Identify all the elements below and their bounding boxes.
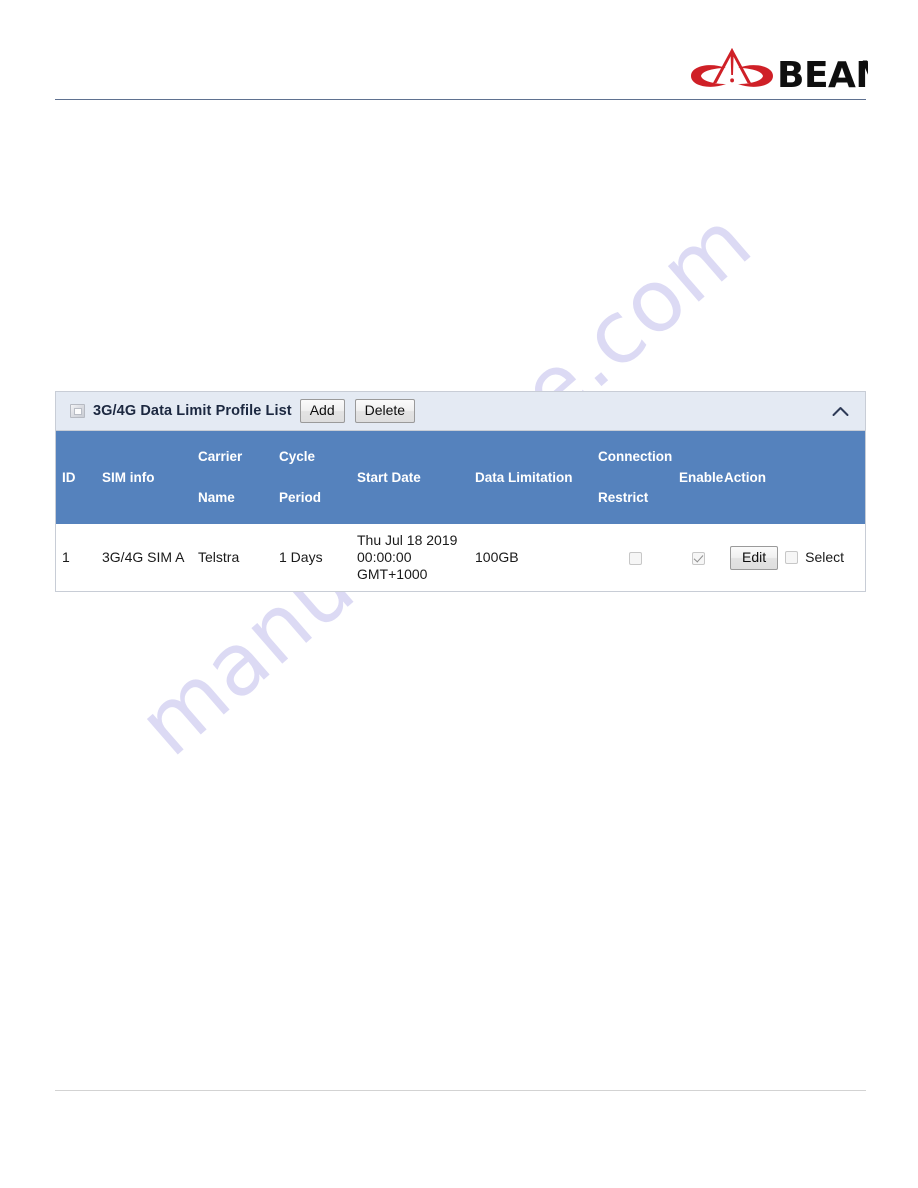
- chevron-up-icon[interactable]: [827, 398, 853, 424]
- document-page: manualshive.com BEAM ®: [0, 0, 918, 1188]
- column-label-id: ID: [62, 469, 76, 485]
- cell-carrier-name: Telstra: [192, 524, 273, 591]
- column-label-sim-info: SIM info: [102, 469, 155, 485]
- cell-connection-restrict: [592, 524, 673, 591]
- action-controls: Edit Select: [724, 545, 865, 570]
- select-label: Select: [805, 549, 845, 565]
- start-date-line-1: Thu Jul 18 2019: [357, 532, 458, 548]
- profile-table: ID SIM info Carrier Name Cycle Period St…: [56, 431, 865, 591]
- edit-button[interactable]: Edit: [730, 545, 779, 570]
- footer-divider: [55, 1090, 866, 1091]
- data-limit-profile-panel: 3G/4G Data Limit Profile List Add Delete…: [55, 391, 866, 592]
- cell-cycle-period: 1 Days: [273, 524, 351, 591]
- minimize-box-icon: [70, 404, 85, 418]
- table-header: ID SIM info Carrier Name Cycle Period St…: [56, 431, 865, 524]
- start-date-line-2: 00:00:00: [357, 549, 412, 565]
- table-body: 1 3G/4G SIM A Telstra 1 Days Thu Jul 18 …: [56, 524, 865, 591]
- panel-title: 3G/4G Data Limit Profile List: [93, 403, 292, 419]
- column-label-restrict: Restrict: [598, 490, 649, 505]
- chevron-up-glyph: [832, 406, 848, 416]
- add-button[interactable]: Add: [299, 399, 345, 423]
- svg-text:®: ®: [860, 59, 868, 70]
- column-header-sim-info: SIM info: [96, 431, 192, 524]
- column-header-id: ID: [56, 431, 96, 524]
- delete-button[interactable]: Delete: [354, 399, 416, 423]
- cell-data-limitation: 100GB: [469, 524, 592, 591]
- beam-logo-svg: BEAM ®: [691, 48, 868, 94]
- cell-id: 1: [56, 524, 96, 591]
- beam-logo: BEAM ®: [688, 42, 868, 94]
- column-header-enable: Enable: [673, 431, 723, 524]
- document-header: BEAM ®: [0, 0, 918, 104]
- column-label-action: Action: [724, 469, 766, 485]
- cell-sim-info: 3G/4G SIM A: [96, 524, 192, 591]
- svg-text:BEAM: BEAM: [777, 55, 868, 94]
- select-checkbox[interactable]: [785, 551, 799, 564]
- column-header-cycle-period: Cycle Period: [273, 431, 351, 524]
- table-row: 1 3G/4G SIM A Telstra 1 Days Thu Jul 18 …: [56, 524, 865, 591]
- enable-checkbox[interactable]: [692, 551, 705, 565]
- table-header-row: ID SIM info Carrier Name Cycle Period St…: [56, 431, 865, 524]
- watermark-layer: manualshive.com: [0, 0, 918, 1188]
- column-label-data-limitation: Data Limitation: [475, 469, 573, 485]
- panel-header: 3G/4G Data Limit Profile List Add Delete: [56, 392, 865, 431]
- column-header-connection-restrict: Connection Restrict: [592, 431, 673, 524]
- column-label-cycle: Cycle: [279, 449, 316, 464]
- cell-enable: [673, 524, 718, 591]
- column-label-connection: Connection: [598, 449, 673, 464]
- column-header-start-date: Start Date: [351, 431, 469, 524]
- column-label-enable: Enable: [679, 469, 724, 485]
- column-header-action: Action: [718, 431, 865, 524]
- header-divider: [55, 99, 866, 100]
- start-date-line-3: GMT+1000: [357, 566, 428, 582]
- connection-restrict-checkbox[interactable]: [629, 551, 642, 565]
- column-label-period: Period: [279, 490, 322, 505]
- cell-action: Edit Select: [718, 524, 865, 591]
- column-label-start-date: Start Date: [357, 469, 421, 485]
- column-header-data-limitation: Data Limitation: [469, 431, 592, 524]
- column-label-name: Name: [198, 490, 235, 505]
- column-label-carrier: Carrier: [198, 449, 243, 464]
- column-header-carrier-name: Carrier Name: [192, 431, 273, 524]
- cell-start-date: Thu Jul 18 2019 00:00:00 GMT+1000: [351, 524, 469, 591]
